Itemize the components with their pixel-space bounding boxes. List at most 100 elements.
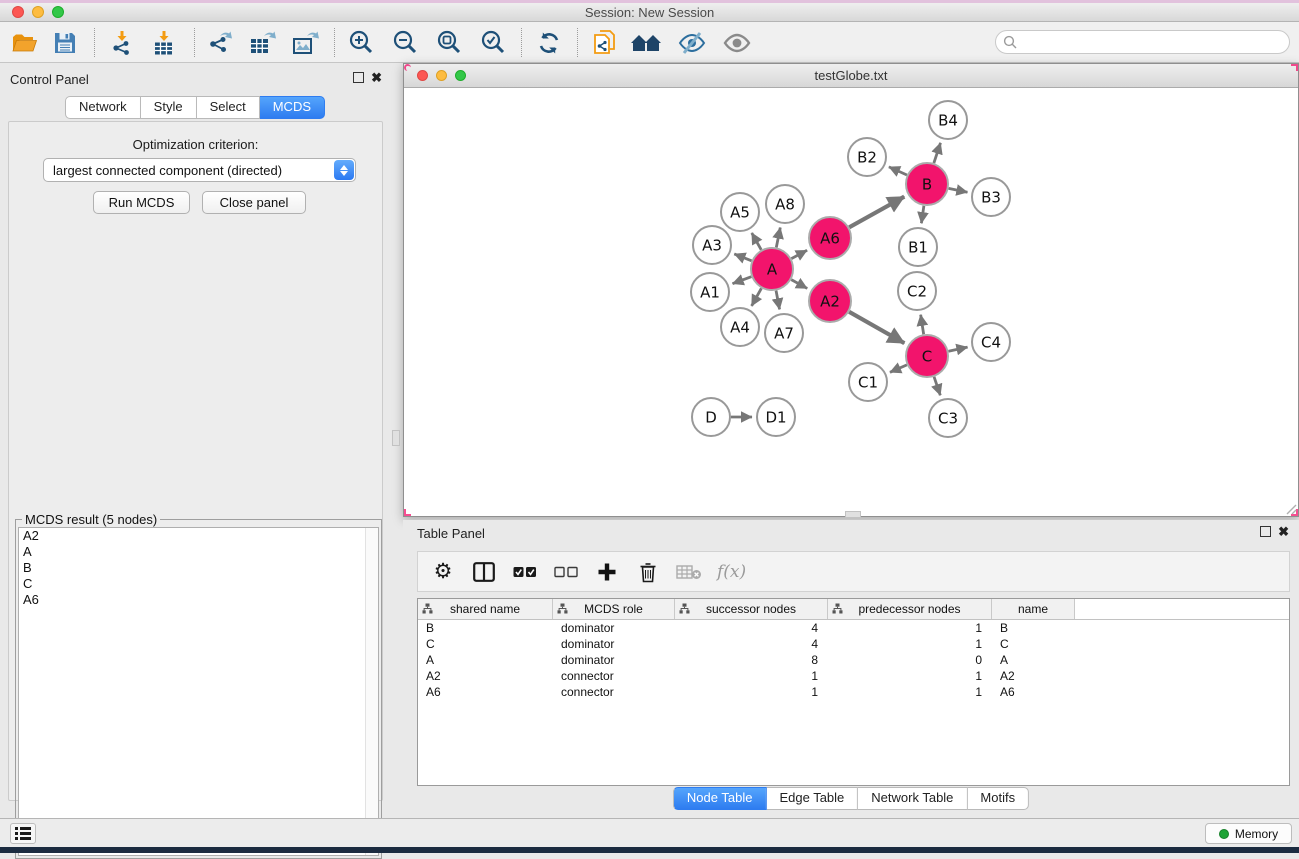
graph-edge-B-B1[interactable] [921,206,923,223]
result-item-a2[interactable]: A2 [19,528,378,544]
show-columns-icon[interactable] [471,559,497,585]
memory-button[interactable]: Memory [1205,823,1292,844]
graph-edge-C-C4[interactable] [948,347,967,351]
column-header-name[interactable]: name [992,599,1075,619]
home-icon[interactable] [630,26,664,59]
tab-select[interactable]: Select [197,96,260,119]
tab-network-table[interactable]: Network Table [858,787,967,810]
export-image-icon[interactable] [288,26,322,59]
graph-node-C2[interactable]: C2 [898,272,936,310]
destroy-table-icon[interactable] [676,559,702,585]
graph-node-C4[interactable]: C4 [972,323,1010,361]
float-table-panel-icon[interactable] [1260,526,1271,537]
graph-edge-A-A1[interactable] [733,277,752,284]
graph-node-B2[interactable]: B2 [848,138,886,176]
import-network-icon[interactable] [105,26,139,59]
result-item-a6[interactable]: A6 [19,592,378,608]
delete-column-icon[interactable] [635,559,661,585]
unselect-all-columns-icon[interactable] [553,559,579,585]
create-column-icon[interactable] [594,559,620,585]
graph-node-A2[interactable]: A2 [809,280,851,322]
close-panel-icon[interactable]: ✖ [371,72,382,83]
open-file-icon[interactable] [8,26,42,59]
graph-edge-C-C3[interactable] [934,377,940,395]
table-row-a6[interactable]: A6connector11A6 [418,684,1289,700]
graph-node-D[interactable]: D [692,398,730,436]
graph-node-B4[interactable]: B4 [929,101,967,139]
graph-node-B1[interactable]: B1 [899,228,937,266]
graph-node-A3[interactable]: A3 [693,226,731,264]
graph-edge-B-B4[interactable] [934,143,941,163]
export-network-icon[interactable] [203,26,237,59]
graph-edge-A-A6[interactable] [791,250,807,258]
column-header-predecessor-nodes[interactable]: predecessor nodes [828,599,992,619]
tab-edge-table[interactable]: Edge Table [766,787,858,810]
refresh-icon[interactable] [532,26,566,59]
table-row-a2[interactable]: A2connector11A2 [418,668,1289,684]
result-item-b[interactable]: B [19,560,378,576]
zoom-fit-icon[interactable] [433,26,467,59]
close-panel-button[interactable]: Close panel [202,191,306,214]
function-builder-icon[interactable]: f(x) [717,559,746,585]
export-table-icon[interactable] [245,26,279,59]
graph-edge-A-A4[interactable] [752,288,762,306]
eye-icon[interactable] [720,26,754,59]
tab-network[interactable]: Network [65,96,141,119]
graph-node-A7[interactable]: A7 [765,314,803,352]
graph-node-A8[interactable]: A8 [766,185,804,223]
run-mcds-button[interactable]: Run MCDS [93,191,190,214]
column-header-successor-nodes[interactable]: successor nodes [675,599,828,619]
graph-node-A[interactable]: A [751,248,793,290]
graph-edge-A-A2[interactable] [791,280,807,289]
result-item-c[interactable]: C [19,576,378,592]
graph-node-B[interactable]: B [906,163,948,205]
search-field[interactable] [995,30,1290,54]
float-panel-icon[interactable] [353,72,364,83]
criterion-dropdown[interactable]: largest connected component (directed) [43,158,356,182]
graph-node-A5[interactable]: A5 [721,193,759,231]
tab-mcds[interactable]: MCDS [260,96,325,119]
close-table-panel-icon[interactable]: ✖ [1278,526,1289,537]
import-table-icon[interactable] [147,26,181,59]
select-all-columns-icon[interactable] [512,559,538,585]
table-settings-gear-icon[interactable]: ⚙ [430,559,456,585]
table-row-c[interactable]: Cdominator41C [418,636,1289,652]
horizontal-splitter-handle[interactable] [845,511,861,518]
column-header-MCDS-role[interactable]: MCDS role [553,599,675,619]
result-scrollbar[interactable] [365,528,378,855]
show-panels-list-button[interactable] [10,823,36,844]
window-resize-grip[interactable] [1285,503,1297,515]
search-input[interactable] [1022,35,1289,49]
hide-panels-icon[interactable] [675,26,709,59]
mcds-result-list[interactable]: A2ABCA6 [18,527,379,856]
duplicate-network-icon[interactable] [588,26,622,59]
graph-edge-A6-B[interactable] [849,197,904,228]
tab-style[interactable]: Style [141,96,197,119]
graph-node-A4[interactable]: A4 [721,308,759,346]
graph-edge-A2-C[interactable] [849,312,904,343]
graph-edge-C-C2[interactable] [921,315,924,335]
zoom-selected-icon[interactable] [477,26,511,59]
save-session-icon[interactable] [48,26,82,59]
network-canvas[interactable]: B4B2BB3A8A5A6A3B1AC2A1A2A4A7C4CC1C3DD1 [404,88,1298,516]
table-row-b[interactable]: Bdominator41B [418,620,1289,636]
graph-edge-A-A3[interactable] [734,254,751,261]
vertical-splitter-handle[interactable] [392,430,400,446]
graph-node-C[interactable]: C [906,335,948,377]
zoom-out-icon[interactable] [389,26,423,59]
graph-node-B3[interactable]: B3 [972,178,1010,216]
graph-edge-A-A8[interactable] [776,228,780,248]
graph-node-A6[interactable]: A6 [809,217,851,259]
zoom-in-icon[interactable] [345,26,379,59]
graph-edge-A-A7[interactable] [776,291,780,310]
table-row-a[interactable]: Adominator80A [418,652,1289,668]
graph-edge-B-B2[interactable] [889,167,907,175]
graph-node-C1[interactable]: C1 [849,363,887,401]
graph-edge-B-B3[interactable] [949,188,968,192]
tab-motifs[interactable]: Motifs [967,787,1029,810]
result-item-a[interactable]: A [19,544,378,560]
tab-node-table[interactable]: Node Table [673,787,767,810]
graph-node-C3[interactable]: C3 [929,399,967,437]
graph-edge-A-A5[interactable] [752,233,761,250]
graph-node-A1[interactable]: A1 [691,273,729,311]
